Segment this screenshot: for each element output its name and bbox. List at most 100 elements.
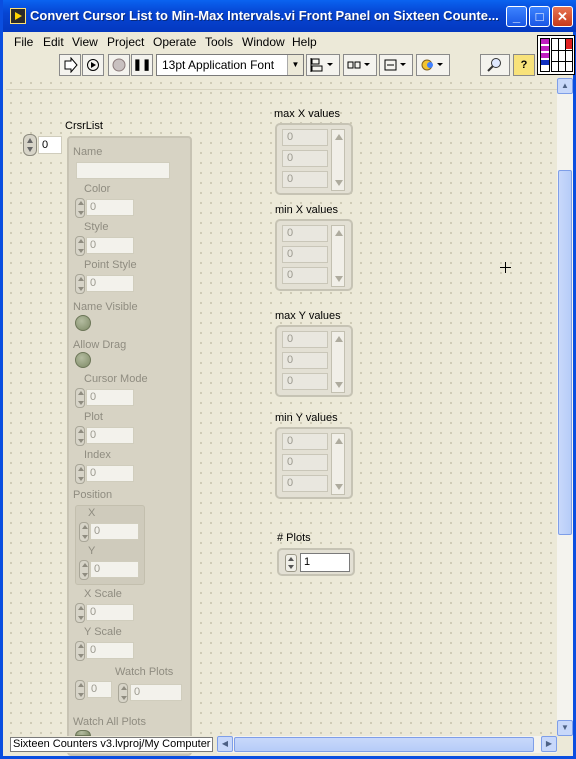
window-title: Convert Cursor List to Min-Max Intervals… xyxy=(30,8,499,23)
x-spinner-icon[interactable] xyxy=(79,522,89,542)
index-label: Index xyxy=(84,449,111,461)
menu-window[interactable]: Window xyxy=(242,35,285,49)
allow-drag-led[interactable] xyxy=(75,352,91,368)
plot-field[interactable]: 0 xyxy=(86,427,134,444)
array-cell: 0 xyxy=(282,150,328,167)
run-continuous-icon[interactable] xyxy=(82,54,104,76)
pause-button[interactable]: ❚❚ xyxy=(131,54,153,76)
position-label: Position xyxy=(73,489,113,501)
index-spinner-icon[interactable] xyxy=(23,134,37,156)
min-y-array[interactable]: 0 0 0 xyxy=(275,427,353,499)
plot-spinner-icon[interactable] xyxy=(75,426,85,446)
close-button[interactable]: ✕ xyxy=(552,6,573,27)
x-scale-field[interactable]: 0 xyxy=(86,604,134,621)
point-style-field[interactable]: 0 xyxy=(86,275,134,292)
minimize-button[interactable]: _ xyxy=(506,6,527,27)
labview-vi-icon xyxy=(10,8,26,24)
watch-plots-label: Watch Plots xyxy=(115,666,174,678)
watch-plots-spinner-icon[interactable] xyxy=(75,680,85,700)
distribute-objects-icon[interactable] xyxy=(343,54,377,76)
plots-numeric-control[interactable]: 1 xyxy=(277,548,355,576)
name-label: Name xyxy=(73,146,103,158)
array-cell: 0 xyxy=(282,352,328,369)
plots-value[interactable]: 1 xyxy=(300,553,350,572)
y-scale-label: Y Scale xyxy=(84,626,122,638)
y-field[interactable]: 0 xyxy=(90,561,139,578)
menu-operate[interactable]: Operate xyxy=(153,35,196,49)
vi-connector-pane-icon[interactable] xyxy=(537,35,575,75)
array-cell: 0 xyxy=(282,331,328,348)
array-scrollbar[interactable] xyxy=(331,129,345,191)
labview-front-panel-window: Convert Cursor List to Min-Max Intervals… xyxy=(0,0,576,759)
abort-icon[interactable] xyxy=(108,54,130,76)
array-cell: 0 xyxy=(282,246,328,263)
cursor-mode-spinner-icon[interactable] xyxy=(75,388,85,408)
array-cell: 0 xyxy=(282,433,328,450)
color-label: Color xyxy=(84,183,111,195)
name-visible-led[interactable] xyxy=(75,315,91,331)
x-field[interactable]: 0 xyxy=(90,523,139,540)
min-y-label: min Y values xyxy=(275,412,338,424)
magnifier-icon[interactable] xyxy=(480,54,510,76)
context-help-button[interactable]: ? xyxy=(513,54,535,76)
crsrlist-index-value[interactable]: 0 xyxy=(38,136,62,154)
y-scale-spinner-icon[interactable] xyxy=(75,641,85,661)
cursor-mode-field[interactable]: 0 xyxy=(86,389,134,406)
max-x-array[interactable]: 0 0 0 xyxy=(275,123,353,195)
style-spinner-icon[interactable] xyxy=(75,236,85,256)
font-select-value: 13pt Application Font xyxy=(162,58,275,72)
array-cell: 0 xyxy=(282,171,328,188)
max-x-label: max X values xyxy=(274,108,341,120)
menu-tools[interactable]: Tools xyxy=(205,35,233,49)
y-spinner-icon[interactable] xyxy=(79,560,89,580)
x-scale-spinner-icon[interactable] xyxy=(75,603,85,623)
panel-ruler xyxy=(6,78,557,90)
array-scrollbar[interactable] xyxy=(331,225,345,287)
y-scale-field[interactable]: 0 xyxy=(86,642,134,659)
resize-objects-icon[interactable] xyxy=(379,54,413,76)
point-style-label: Point Style xyxy=(84,259,137,271)
point-style-spinner-icon[interactable] xyxy=(75,274,85,294)
name-field[interactable] xyxy=(76,162,170,179)
plots-spinner-icon[interactable] xyxy=(285,554,297,572)
crsrlist-index-control[interactable]: 0 xyxy=(23,134,63,156)
project-path: Sixteen Counters v3.lvproj/My Computer xyxy=(10,737,214,752)
color-field[interactable]: 0 xyxy=(86,199,134,216)
index-spinner-icon[interactable] xyxy=(75,464,85,484)
array-scrollbar[interactable] xyxy=(331,433,345,495)
plots-label: # Plots xyxy=(277,532,311,544)
font-select[interactable]: 13pt Application Font ▼ xyxy=(156,54,304,76)
horizontal-scrollbar[interactable]: ◀ ▶ xyxy=(217,736,557,753)
vertical-scrollbar[interactable]: ▲ ▼ xyxy=(557,78,573,736)
run-arrow-icon[interactable] xyxy=(59,54,81,76)
name-visible-label: Name Visible xyxy=(73,301,138,313)
title-bar[interactable]: Convert Cursor List to Min-Max Intervals… xyxy=(3,0,576,32)
horizontal-scroll-thumb[interactable] xyxy=(234,737,534,752)
dropdown-arrow-icon: ▼ xyxy=(287,55,303,75)
style-field[interactable]: 0 xyxy=(86,237,134,254)
align-objects-icon[interactable] xyxy=(306,54,340,76)
array-scrollbar[interactable] xyxy=(331,331,345,393)
scroll-up-icon[interactable]: ▲ xyxy=(557,78,573,94)
watch-plots-value[interactable]: 0 xyxy=(130,684,182,701)
scroll-down-icon[interactable]: ▼ xyxy=(557,720,573,736)
scroll-left-icon[interactable]: ◀ xyxy=(217,736,233,752)
reorder-icon[interactable] xyxy=(416,54,450,76)
index-field[interactable]: 0 xyxy=(86,465,134,482)
watch-plots-value-spinner-icon[interactable] xyxy=(118,683,128,703)
status-bar: Sixteen Counters v3.lvproj/My Computer ◀… xyxy=(6,736,557,753)
menu-edit[interactable]: Edit xyxy=(43,35,64,49)
watch-plots-index[interactable]: 0 xyxy=(87,681,112,698)
vertical-scroll-thumb[interactable] xyxy=(558,170,572,535)
menu-help[interactable]: Help xyxy=(292,35,317,49)
color-spinner-icon[interactable] xyxy=(75,198,85,218)
menu-view[interactable]: View xyxy=(72,35,98,49)
style-label: Style xyxy=(84,221,109,233)
array-cell: 0 xyxy=(282,225,328,242)
min-x-array[interactable]: 0 0 0 xyxy=(275,219,353,291)
max-y-array[interactable]: 0 0 0 xyxy=(275,325,353,397)
scroll-right-icon[interactable]: ▶ xyxy=(541,736,557,752)
menu-project[interactable]: Project xyxy=(107,35,144,49)
menu-file[interactable]: File xyxy=(14,35,33,49)
maximize-button[interactable]: □ xyxy=(529,6,550,27)
